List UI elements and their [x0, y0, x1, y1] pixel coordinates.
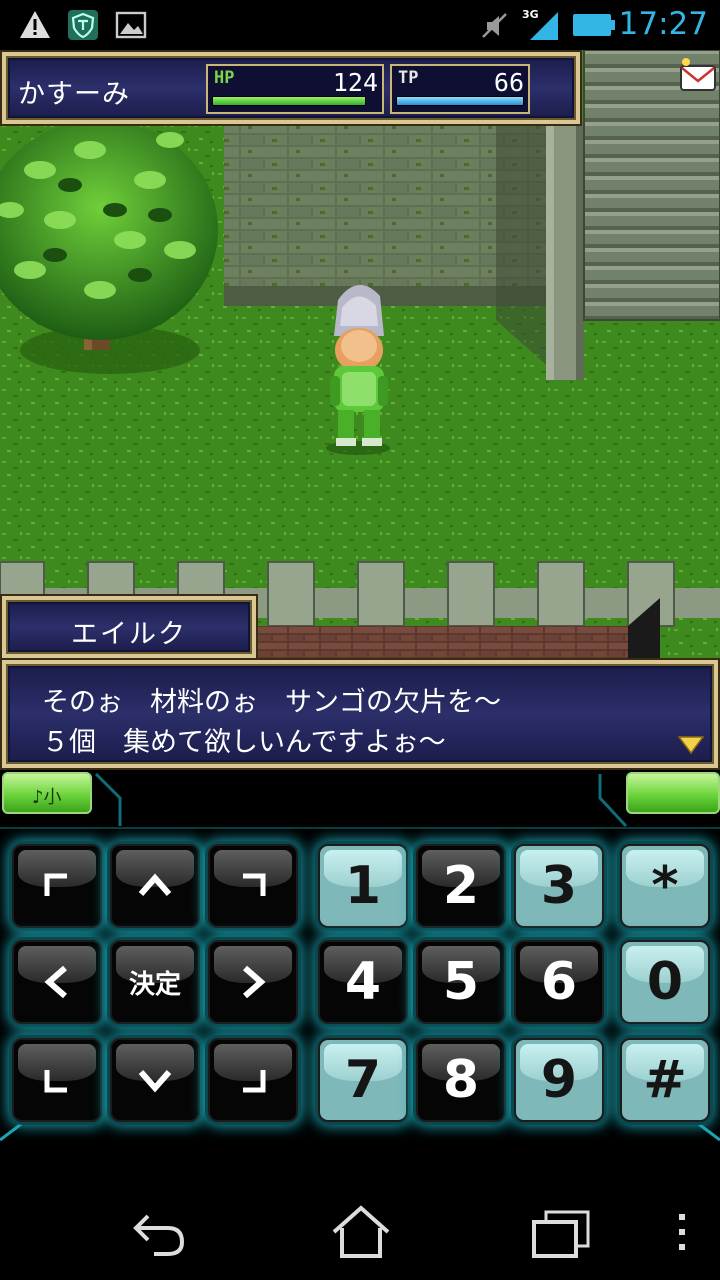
- key-0-label: 0: [646, 952, 684, 1012]
- arrow-left-icon: [44, 965, 67, 999]
- arrow-down-icon: [138, 1070, 172, 1093]
- arrow-up-right-icon: [243, 873, 266, 896]
- key-3-label: 3: [540, 856, 578, 916]
- key-4-label: 4: [344, 952, 382, 1012]
- vibrate-icon: [482, 13, 507, 38]
- signal-icon: [530, 12, 558, 40]
- game-screen[interactable]: かすーみ HP 124 TP 66 エイルク そのぉ 材料のぉ サンゴの欠片を～…: [0, 50, 720, 770]
- key-7-label: 7: [344, 1050, 382, 1110]
- key-2-button[interactable]: 2: [416, 844, 506, 928]
- image-icon: [115, 11, 147, 39]
- dpad-down-left-button[interactable]: [12, 1038, 102, 1122]
- status-hud: かすーみ HP 124 TP 66: [0, 50, 582, 126]
- speaker-name-box: エイルク: [0, 594, 258, 660]
- hp-value: 124: [332, 68, 378, 97]
- sound-toggle-button[interactable]: ♪小: [2, 772, 92, 814]
- arrow-up-left-icon: [44, 873, 67, 896]
- key-1-button[interactable]: 1: [318, 844, 408, 928]
- navigation-bar: [0, 1180, 720, 1280]
- dpad-down-button[interactable]: [110, 1038, 200, 1122]
- triangle-down-icon: [678, 736, 704, 754]
- character-name: かすーみ: [18, 79, 130, 110]
- dialog-box[interactable]: そのぉ 材料のぉ サンゴの欠片を～ ５個 集めて欲しいんですよぉ～: [0, 658, 720, 770]
- key-5-label: 5: [442, 952, 480, 1012]
- arrow-up-icon: [138, 873, 172, 896]
- tp-value: 66: [493, 68, 524, 97]
- key-star-button[interactable]: *: [620, 844, 710, 928]
- arrow-down-left-icon: [44, 1070, 67, 1093]
- status-bar: 3G 17:27: [0, 0, 720, 50]
- hp-bar: [212, 96, 366, 106]
- dialog-line-2: ５個 集めて欲しいんですよぉ～: [42, 727, 446, 758]
- hp-label: HP: [214, 68, 235, 88]
- key-1-label: 1: [344, 856, 382, 916]
- key-5-button[interactable]: 5: [416, 940, 506, 1024]
- arrow-right-icon: [243, 965, 266, 999]
- dpad-up-left-button[interactable]: [12, 844, 102, 928]
- home-icon[interactable]: [326, 1202, 396, 1262]
- key-star-label: *: [651, 856, 679, 916]
- clock: 17:27: [618, 6, 708, 42]
- key-3-button[interactable]: 3: [514, 844, 604, 928]
- key-7-button[interactable]: 7: [318, 1038, 408, 1122]
- arrow-down-right-icon: [243, 1070, 266, 1093]
- key-9-button[interactable]: 9: [514, 1038, 604, 1122]
- key-hash-button[interactable]: #: [620, 1038, 710, 1122]
- back-icon[interactable]: [124, 1202, 194, 1262]
- tp-bar: [396, 96, 524, 106]
- warning-icon: [20, 11, 50, 38]
- key-6-label: 6: [540, 952, 578, 1012]
- key-hash-label: #: [643, 1050, 687, 1110]
- dpad-ok-button[interactable]: 決定: [110, 940, 200, 1024]
- battery-icon: [573, 14, 615, 36]
- tp-gauge: TP 66: [390, 64, 530, 114]
- shield-icon: [68, 10, 98, 40]
- ok-label: 決定: [128, 969, 181, 1000]
- speaker-name: エイルク: [71, 619, 187, 650]
- dpad-left-button[interactable]: [12, 940, 102, 1024]
- virtual-controller: ♪小 決定 1 2 3 * 4 5 6 0 7 8 9 #: [0, 770, 720, 1180]
- dpad-up-right-button[interactable]: [208, 844, 298, 928]
- recent-apps-icon[interactable]: [526, 1202, 596, 1262]
- dialog-line-1: そのぉ 材料のぉ サンゴの欠片を～: [42, 687, 501, 718]
- dpad-right-button[interactable]: [208, 940, 298, 1024]
- key-8-label: 8: [442, 1050, 480, 1110]
- tp-label: TP: [398, 68, 419, 88]
- mail-icon[interactable]: [678, 56, 718, 92]
- key-9-label: 9: [540, 1050, 578, 1110]
- dpad-down-right-button[interactable]: [208, 1038, 298, 1122]
- hp-bar-fill: [213, 97, 365, 105]
- hp-gauge: HP 124: [206, 64, 384, 114]
- key-8-button[interactable]: 8: [416, 1038, 506, 1122]
- key-0-button[interactable]: 0: [620, 940, 710, 1024]
- overflow-menu-icon[interactable]: [664, 1202, 700, 1262]
- tp-bar-fill: [397, 97, 523, 105]
- menu-toggle-button[interactable]: [626, 772, 720, 814]
- key-4-button[interactable]: 4: [318, 940, 408, 1024]
- dpad-up-button[interactable]: [110, 844, 200, 928]
- key-2-label: 2: [442, 856, 480, 916]
- key-6-button[interactable]: 6: [514, 940, 604, 1024]
